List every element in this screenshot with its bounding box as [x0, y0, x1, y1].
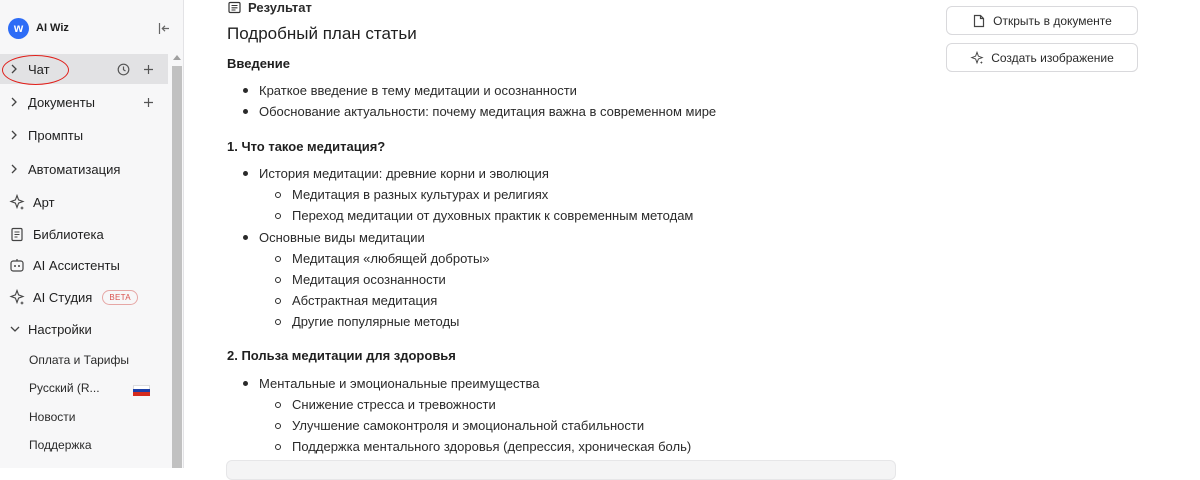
page-title: Подробный план статьи — [227, 24, 417, 43]
sidebar-item-label: Чат — [28, 61, 50, 77]
book-icon — [8, 225, 26, 243]
sidebar-scrollbar[interactable] — [170, 52, 182, 468]
settings-support-link[interactable]: Поддержка — [29, 438, 92, 452]
list-item: Снижение стресса и тревожности — [275, 397, 496, 412]
sidebar-item-settings[interactable]: Настройки — [0, 314, 168, 344]
sidebar-item-art[interactable]: Арт — [0, 187, 168, 217]
list-item: Медитация осознанности — [275, 272, 446, 287]
sidebar-item-chat[interactable]: Чат — [0, 54, 168, 84]
result-header: Результат — [228, 0, 312, 15]
sidebar-item-label: Настройки — [28, 321, 92, 337]
create-image-button[interactable]: Создать изображение — [946, 43, 1138, 72]
sidebar-item-label: AI Ассистенты — [33, 257, 120, 273]
section-title: Введение — [227, 56, 290, 71]
sidebar-item-library[interactable]: Библиотека — [0, 219, 168, 249]
list-item: Улучшение самоконтроля и эмоциональной с… — [275, 418, 644, 433]
list-item: Медитация в разных культурах и религиях — [275, 187, 548, 202]
sidebar-item-label: AI Студия — [33, 289, 93, 305]
sidebar-item-label: Библиотека — [33, 226, 104, 242]
settings-billing-link[interactable]: Оплата и Тарифы — [29, 353, 129, 367]
list-item: Переход медитации от духовных практик к … — [275, 208, 693, 223]
list-item: Основные виды медитации — [243, 230, 425, 245]
russia-flag-icon — [133, 385, 150, 396]
sidebar-item-prompts[interactable]: Промпты — [0, 120, 168, 150]
robot-icon — [8, 256, 26, 274]
section-title: 1. Что такое медитация? — [227, 139, 386, 154]
sidebar-item-ai-assistants[interactable]: AI Ассистенты — [0, 250, 168, 280]
sidebar-item-automation[interactable]: Автоматизация — [0, 154, 168, 184]
sparkle-icon — [970, 50, 984, 65]
chevron-right-icon — [10, 130, 22, 140]
app-name: AI Wiz — [36, 22, 69, 34]
history-icon[interactable] — [115, 61, 131, 77]
bottom-code-block — [226, 460, 896, 480]
scroll-up-icon[interactable] — [172, 54, 182, 64]
chevron-right-icon — [10, 164, 22, 174]
sparkle-icon — [8, 193, 26, 211]
list-item: Абстрактная медитация — [275, 293, 437, 308]
beta-badge: BETA — [102, 289, 138, 305]
list-item: Поддержка ментального здоровья (депресси… — [275, 439, 691, 454]
main-content: Результат Подробный план статьи Введение… — [184, 0, 1200, 480]
scrollbar-thumb[interactable] — [172, 66, 182, 468]
document-icon — [972, 14, 986, 28]
logo-row: w AI Wiz — [8, 16, 176, 40]
sparkle-icon — [8, 288, 26, 306]
plus-icon[interactable] — [140, 94, 156, 110]
create-image-label: Создать изображение — [991, 50, 1114, 65]
settings-language-select[interactable]: Русский (R... — [29, 381, 100, 395]
chevron-down-icon — [10, 325, 22, 333]
list-item: Обоснование актуальности: почему медитац… — [243, 104, 716, 119]
sidebar-item-label: Промпты — [28, 127, 84, 143]
chevron-right-icon — [10, 64, 22, 74]
sidebar-item-ai-studio[interactable]: AI Студия BETA — [0, 282, 168, 312]
settings-news-link[interactable]: Новости — [29, 410, 75, 424]
logo-icon[interactable]: w — [8, 17, 29, 39]
open-in-document-button[interactable]: Открыть в документе — [946, 6, 1138, 35]
list-item: Ментальные и эмоциональные преимущества — [243, 376, 539, 391]
sidebar-item-label: Документы — [28, 94, 96, 110]
sidebar: w AI Wiz Чат Документы Промпты Автоматиз… — [0, 0, 184, 468]
list-item: Медитация «любящей доброты» — [275, 251, 490, 266]
list-item: История медитации: древние корни и эволю… — [243, 166, 549, 181]
list-item: Другие популярные методы — [275, 314, 459, 329]
sidebar-item-documents[interactable]: Документы — [0, 87, 168, 117]
sidebar-item-label: Автоматизация — [28, 161, 121, 177]
result-icon — [228, 1, 242, 15]
result-label: Результат — [248, 0, 312, 15]
section-title: 2. Польза медитации для здоровья — [227, 348, 456, 363]
open-in-document-label: Открыть в документе — [993, 13, 1112, 28]
list-item: Краткое введение в тему медитации и осоз… — [243, 83, 577, 98]
chevron-right-icon — [10, 97, 22, 107]
collapse-sidebar-icon[interactable] — [156, 20, 172, 36]
plus-icon[interactable] — [140, 61, 156, 77]
sidebar-item-label: Арт — [33, 194, 55, 210]
